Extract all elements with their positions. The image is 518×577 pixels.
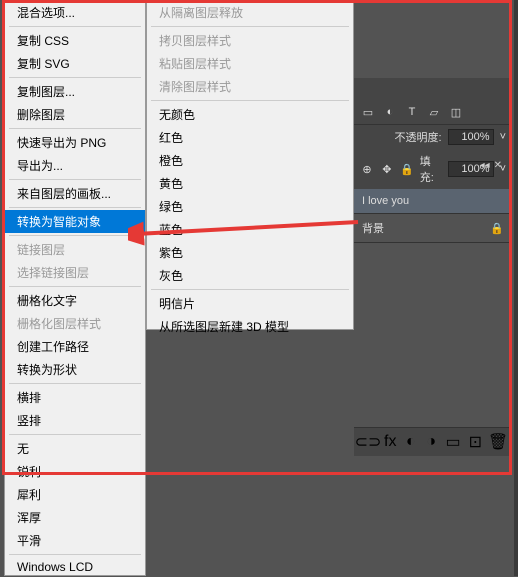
layer-name: 背景 <box>362 220 384 236</box>
menu-separator <box>151 289 349 290</box>
menu-item[interactable]: 混合选项... <box>5 1 145 24</box>
lock-icon: 🔒 <box>490 222 504 235</box>
opacity-input[interactable] <box>448 129 494 145</box>
trash-icon[interactable]: 🗑 <box>490 434 506 450</box>
menu-item[interactable]: 从所选图层新建 3D 模型 <box>147 315 353 338</box>
menu-item[interactable]: 竖排 <box>5 409 145 432</box>
link-icon[interactable]: ⊂⊃ <box>360 434 376 450</box>
menu-separator <box>9 554 141 555</box>
menu-item: 选择链接图层 <box>5 261 145 284</box>
menu-separator <box>9 26 141 27</box>
menu-separator <box>151 100 349 101</box>
menu-separator <box>9 77 141 78</box>
menu-item: 链接图层 <box>5 238 145 261</box>
menu-item[interactable]: 浑厚 <box>5 506 145 529</box>
menu-item[interactable]: 平滑 <box>5 529 145 552</box>
menu-item[interactable]: 复制图层... <box>5 80 145 103</box>
menu-item[interactable]: 复制 SVG <box>5 52 145 75</box>
collapse-icon[interactable]: ◂◂ <box>480 160 490 171</box>
chevron-down-icon[interactable]: ˅ <box>500 131 506 143</box>
menu-item[interactable]: 黄色 <box>147 172 353 195</box>
menu-item[interactable]: 来自图层的画板... <box>5 182 145 205</box>
menu-item[interactable]: 导出为... <box>5 154 145 177</box>
lock-all-icon[interactable]: ⊕ <box>360 161 374 177</box>
menu-item[interactable]: 删除图层 <box>5 103 145 126</box>
menu-item[interactable]: 转换为形状 <box>5 358 145 381</box>
menu-separator <box>9 383 141 384</box>
menu-item[interactable]: 栅格化文字 <box>5 289 145 312</box>
menu-item[interactable]: 橙色 <box>147 149 353 172</box>
menu-item: 从隔离图层释放 <box>147 1 353 24</box>
menu-separator <box>9 179 141 180</box>
folder-icon[interactable]: ▭ <box>445 434 460 450</box>
menu-separator <box>9 128 141 129</box>
layer-row[interactable]: I love you <box>354 189 512 214</box>
smart-icon[interactable]: ◫ <box>448 104 464 120</box>
menu-item: 粘贴图层样式 <box>147 52 353 75</box>
menu-separator <box>9 235 141 236</box>
context-submenu: 从隔离图层释放拷贝图层样式粘贴图层样式清除图层样式无颜色红色橙色黄色绿色蓝色紫色… <box>146 0 354 330</box>
menu-separator <box>151 26 349 27</box>
fx-icon[interactable]: fx <box>384 434 396 450</box>
menu-item[interactable]: 快速导出为 PNG <box>5 131 145 154</box>
menu-item: 清除图层样式 <box>147 75 353 98</box>
menu-item[interactable]: 灰色 <box>147 264 353 287</box>
menu-item[interactable]: 紫色 <box>147 241 353 264</box>
text-icon[interactable]: T <box>404 104 420 120</box>
fill-label: 填充: <box>420 153 442 185</box>
panel-icon-row: ▭ ◐ T ▱ ◫ <box>354 100 512 125</box>
menu-separator <box>9 434 141 435</box>
layer-name: I love you <box>362 195 409 207</box>
adjustment-icon[interactable]: ◑ <box>425 434 437 450</box>
menu-item[interactable]: 无 <box>5 437 145 460</box>
layer-row[interactable]: 背景 🔒 <box>354 214 512 243</box>
menu-item[interactable]: Windows LCD <box>5 557 145 577</box>
panel-controls: ◂◂ ✕ <box>480 160 502 171</box>
menu-item[interactable]: 无颜色 <box>147 103 353 126</box>
menu-separator <box>9 207 141 208</box>
menu-item[interactable]: 蓝色 <box>147 218 353 241</box>
menu-item[interactable]: 锐利 <box>5 460 145 483</box>
menu-item: 栅格化图层样式 <box>5 312 145 335</box>
menu-separator <box>9 286 141 287</box>
opacity-label: 不透明度: <box>395 129 442 145</box>
menu-item[interactable]: 创建工作路径 <box>5 335 145 358</box>
menu-item: 拷贝图层样式 <box>147 29 353 52</box>
context-menu: 混合选项... 复制 CSS复制 SVG 复制图层...删除图层快速导出为 PNG导… <box>4 0 146 576</box>
image-icon[interactable]: ▭ <box>360 104 376 120</box>
menu-item[interactable]: 犀利 <box>5 483 145 506</box>
menu-item[interactable]: 复制 CSS <box>5 29 145 52</box>
adjust-icon[interactable]: ◐ <box>382 104 398 120</box>
layers-panel: ◂◂ ✕ ▭ ◐ T ▱ ◫ 不透明度: ˅ ⊕ ✥ 🔒 填充: ˅ I lov… <box>354 78 512 243</box>
opacity-row: 不透明度: ˅ <box>354 125 512 149</box>
lock-icon[interactable]: 🔒 <box>400 161 414 177</box>
menu-item[interactable]: 转换为智能对象 <box>5 210 145 233</box>
close-icon[interactable]: ✕ <box>494 160 502 171</box>
mask-icon[interactable]: ◐ <box>404 434 416 450</box>
menu-item[interactable]: 明信片 <box>147 292 353 315</box>
shape-icon[interactable]: ▱ <box>426 104 442 120</box>
menu-item[interactable]: 红色 <box>147 126 353 149</box>
panel-tabs <box>354 92 512 100</box>
new-layer-icon[interactable]: ⊡ <box>469 434 482 450</box>
menu-item[interactable]: 横排 <box>5 386 145 409</box>
lock-pos-icon[interactable]: ✥ <box>380 161 394 177</box>
panel-bottom-icons: ⊂⊃ fx ◐ ◑ ▭ ⊡ 🗑 <box>354 427 512 456</box>
menu-item[interactable]: 绿色 <box>147 195 353 218</box>
